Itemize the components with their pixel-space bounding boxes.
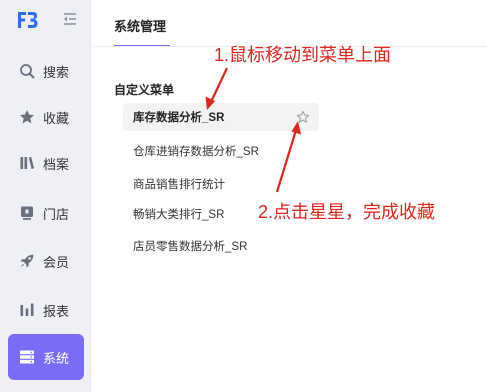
menu-item[interactable]: 商品销售排行统计 (123, 170, 319, 198)
sidebar-item-favorites[interactable]: 收藏 (8, 97, 84, 137)
sidebar-item-label: 收藏 (43, 110, 70, 126)
sidebar-item-reports[interactable]: 报表 (8, 290, 84, 330)
sidebar-item-archive[interactable]: 档案 (8, 143, 84, 183)
menu-item[interactable]: 店员零售数据分析_SR (123, 232, 319, 260)
menu-item-label: 库存数据分析_SR (133, 112, 225, 124)
sidebar-item-label: 系统 (43, 350, 70, 366)
menu-item-label: 商品销售排行统计 (133, 179, 225, 191)
server-icon (18, 348, 36, 366)
section-title: 自定义菜单 (114, 83, 175, 97)
star-outline-icon[interactable] (296, 110, 310, 124)
bar-chart-icon (18, 301, 36, 319)
sidebar-item-member[interactable]: 会员 (8, 241, 84, 281)
tab-system-management[interactable]: 系统管理 (114, 16, 166, 45)
menu-item-label: 店员零售数据分析_SR (133, 241, 248, 253)
menu-item-label: 畅销大类排行_SR (133, 209, 225, 221)
sidebar-item-label: 门店 (43, 206, 70, 222)
menu-item-label: 仓库进销存数据分析_SR (133, 146, 259, 158)
sidebar-item-label: 搜索 (43, 64, 70, 80)
logo-icon[interactable] (16, 10, 38, 30)
star-icon (18, 108, 36, 126)
store-icon (18, 204, 36, 222)
sidebar: 搜索 收藏 档案 门店 会员 报表 系统 (0, 0, 91, 392)
menu-item[interactable]: 仓库进销存数据分析_SR (123, 137, 319, 165)
sidebar-item-label: 档案 (43, 156, 70, 172)
collapse-menu-icon[interactable] (62, 11, 78, 27)
sidebar-item-search[interactable]: 搜索 (8, 51, 84, 91)
search-icon (18, 62, 36, 80)
annotation-step-2: 2.点击星星，完成收藏 (258, 202, 436, 222)
sidebar-item-label: 会员 (43, 254, 70, 270)
annotation-step-1: 1.鼠标移动到菜单上面 (214, 45, 392, 65)
sidebar-item-system[interactable]: 系统 (8, 334, 84, 380)
sidebar-item-store[interactable]: 门店 (8, 193, 84, 233)
menu-item[interactable]: 库存数据分析_SR (123, 103, 319, 131)
sidebar-item-label: 报表 (43, 303, 70, 319)
archive-icon (18, 154, 36, 172)
rocket-icon (18, 252, 36, 270)
